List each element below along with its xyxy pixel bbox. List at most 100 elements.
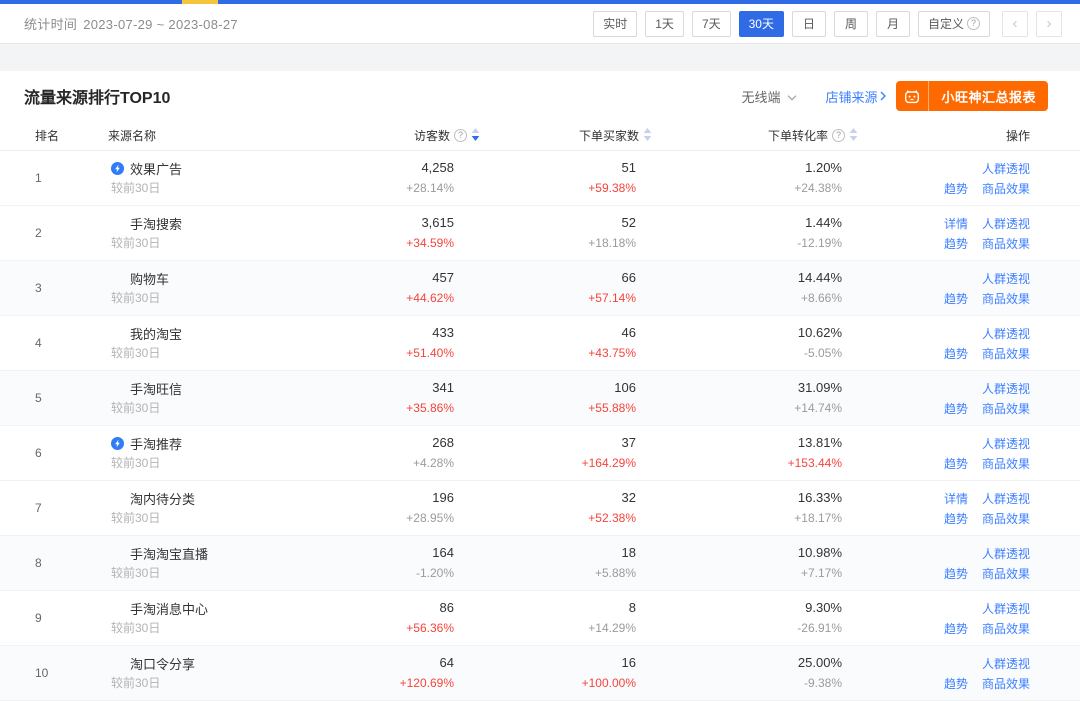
action-link[interactable]: 详情 bbox=[944, 490, 968, 507]
help-icon[interactable]: ? bbox=[832, 129, 845, 142]
action-link[interactable]: 趋势 bbox=[944, 290, 968, 307]
compare-label: 较前30日 bbox=[111, 178, 390, 198]
next-date-button[interactable]: › bbox=[1036, 11, 1062, 37]
sort-icon-buyers[interactable] bbox=[643, 128, 652, 144]
traffic-source-panel: 流量来源排行TOP10 无线端 店铺来源 bbox=[0, 71, 1080, 701]
conversion-value: 1.20% bbox=[805, 158, 842, 178]
action-link[interactable]: 商品效果 bbox=[982, 565, 1030, 582]
buyers-value: 32 bbox=[622, 488, 636, 508]
conversion-value: 10.98% bbox=[798, 543, 842, 563]
range-button-1[interactable]: 1天 bbox=[645, 11, 684, 37]
table-row: 2 手淘搜索 较前30日 3,615 +34.59% 52 +18.18% 1.… bbox=[0, 206, 1080, 261]
rank-cell: 4 bbox=[0, 316, 104, 370]
conversion-value: 16.33% bbox=[798, 488, 842, 508]
action-link[interactable]: 人群透视 bbox=[982, 490, 1030, 507]
source-cell: 手淘推荐 较前30日 bbox=[104, 426, 390, 480]
conversion-value: 25.00% bbox=[798, 653, 842, 673]
action-link[interactable]: 商品效果 bbox=[982, 400, 1030, 417]
wangshen-report-button[interactable]: 小旺神汇总报表 bbox=[896, 81, 1048, 111]
rank-value: 5 bbox=[35, 391, 104, 405]
action-link[interactable]: 商品效果 bbox=[982, 235, 1030, 252]
buyers-change: +43.75% bbox=[588, 343, 636, 363]
action-link[interactable]: 人群透视 bbox=[982, 325, 1030, 342]
rank-value: 1 bbox=[35, 171, 104, 185]
action-link[interactable]: 趋势 bbox=[944, 345, 968, 362]
source-name: 淘内待分类 bbox=[130, 489, 195, 508]
action-link[interactable]: 趋势 bbox=[944, 180, 968, 197]
conversion-change: -9.38% bbox=[804, 673, 842, 693]
action-link[interactable]: 商品效果 bbox=[982, 510, 1030, 527]
conversion-cell: 25.00% -9.38% bbox=[652, 646, 858, 700]
action-link[interactable]: 商品效果 bbox=[982, 290, 1030, 307]
range-button-6[interactable]: 月 bbox=[876, 11, 910, 37]
action-link[interactable]: 趋势 bbox=[944, 510, 968, 527]
conversion-cell: 13.81% +153.44% bbox=[652, 426, 858, 480]
source-cell: 手淘消息中心 较前30日 bbox=[104, 591, 390, 645]
action-link[interactable]: 商品效果 bbox=[982, 675, 1030, 692]
conversion-value: 13.81% bbox=[798, 433, 842, 453]
range-button-5[interactable]: 周 bbox=[834, 11, 868, 37]
terminal-select[interactable]: 无线端 bbox=[741, 87, 797, 106]
action-link[interactable]: 趋势 bbox=[944, 565, 968, 582]
action-link[interactable]: 商品效果 bbox=[982, 620, 1030, 637]
table-body: 1 效果广告 较前30日 4,258 +28.14% 51 +59.38% 1.… bbox=[0, 151, 1080, 701]
table-row: 9 手淘消息中心 较前30日 86 +56.36% 8 +14.29% 9.30… bbox=[0, 591, 1080, 646]
action-link[interactable]: 人群透视 bbox=[982, 600, 1030, 617]
action-link[interactable]: 商品效果 bbox=[982, 455, 1030, 472]
action-link[interactable]: 人群透视 bbox=[982, 270, 1030, 287]
visitors-change: +44.62% bbox=[406, 288, 454, 308]
prev-date-button[interactable]: ‹ bbox=[1002, 11, 1028, 37]
actions-line2: 趋势商品效果 bbox=[944, 344, 1030, 363]
visitors-cell: 4,258 +28.14% bbox=[390, 151, 480, 205]
buyers-change: +100.00% bbox=[582, 673, 636, 693]
range-button-7[interactable]: 自定义? bbox=[918, 11, 990, 37]
stat-time-range: 2023-07-29 ~ 2023-08-27 bbox=[83, 17, 238, 32]
page-title: 流量来源排行TOP10 bbox=[24, 84, 170, 108]
action-link[interactable]: 趋势 bbox=[944, 675, 968, 692]
source-cell: 购物车 较前30日 bbox=[104, 261, 390, 315]
conversion-cell: 9.30% -26.91% bbox=[652, 591, 858, 645]
action-link[interactable]: 商品效果 bbox=[982, 345, 1030, 362]
actions-line1: 人群透视 bbox=[982, 269, 1030, 288]
rank-cell: 5 bbox=[0, 371, 104, 425]
visitors-cell: 164 -1.20% bbox=[390, 536, 480, 590]
conversion-change: +7.17% bbox=[801, 563, 842, 583]
range-button-2[interactable]: 7天 bbox=[692, 11, 731, 37]
rank-cell: 6 bbox=[0, 426, 104, 480]
rank-cell: 8 bbox=[0, 536, 104, 590]
rank-value: 7 bbox=[35, 501, 104, 515]
action-link[interactable]: 人群透视 bbox=[982, 545, 1030, 562]
compare-label: 较前30日 bbox=[111, 453, 390, 473]
terminal-select-value: 无线端 bbox=[741, 87, 780, 106]
help-icon: ? bbox=[967, 17, 980, 30]
action-link[interactable]: 人群透视 bbox=[982, 215, 1030, 232]
action-link[interactable]: 趋势 bbox=[944, 235, 968, 252]
action-link[interactable]: 趋势 bbox=[944, 620, 968, 637]
buyers-change: +55.88% bbox=[588, 398, 636, 418]
header-conversion: 下单转化率 ? bbox=[652, 127, 858, 144]
action-link[interactable]: 详情 bbox=[944, 215, 968, 232]
action-link[interactable]: 商品效果 bbox=[982, 180, 1030, 197]
range-button-3[interactable]: 30天 bbox=[739, 11, 784, 37]
action-link[interactable]: 人群透视 bbox=[982, 435, 1030, 452]
sort-icon-visitors[interactable] bbox=[471, 128, 480, 144]
buyers-value: 66 bbox=[622, 268, 636, 288]
action-link[interactable]: 趋势 bbox=[944, 400, 968, 417]
actions-line2: 趋势商品效果 bbox=[944, 179, 1030, 198]
buyers-cell: 46 +43.75% bbox=[480, 316, 652, 370]
action-link[interactable]: 人群透视 bbox=[982, 380, 1030, 397]
buyers-cell: 52 +18.18% bbox=[480, 206, 652, 260]
shop-source-link[interactable]: 店铺来源 bbox=[825, 87, 886, 106]
visitors-change: +28.95% bbox=[406, 508, 454, 528]
range-button-4[interactable]: 日 bbox=[792, 11, 826, 37]
visitors-change: +35.86% bbox=[406, 398, 454, 418]
buyers-value: 18 bbox=[622, 543, 636, 563]
action-link[interactable]: 人群透视 bbox=[982, 160, 1030, 177]
help-icon[interactable]: ? bbox=[454, 129, 467, 142]
action-link[interactable]: 人群透视 bbox=[982, 655, 1030, 672]
action-link[interactable]: 趋势 bbox=[944, 455, 968, 472]
range-button-0[interactable]: 实时 bbox=[593, 11, 637, 37]
actions-cell: 人群透视 趋势商品效果 bbox=[858, 261, 1080, 315]
sort-icon-conversion[interactable] bbox=[849, 128, 858, 144]
buyers-cell: 51 +59.38% bbox=[480, 151, 652, 205]
